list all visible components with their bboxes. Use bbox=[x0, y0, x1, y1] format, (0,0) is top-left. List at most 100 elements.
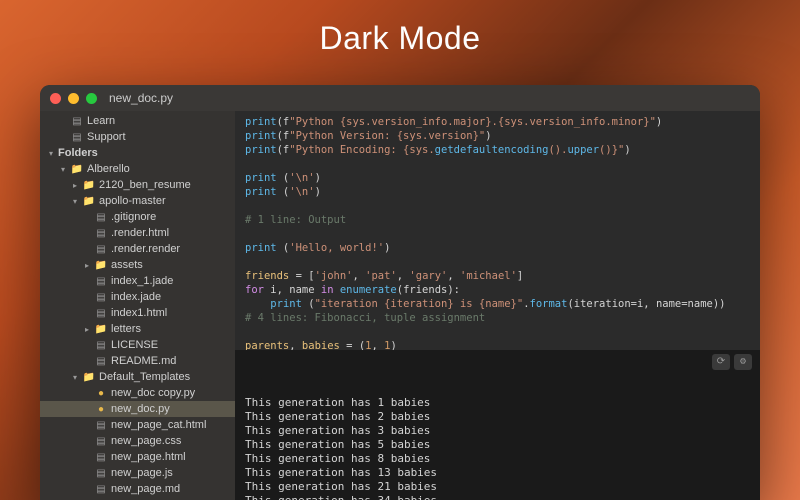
file-icon: ▤ bbox=[70, 116, 84, 127]
file-icon: ▤ bbox=[94, 468, 108, 479]
minimize-icon[interactable] bbox=[68, 93, 79, 104]
code-line: for i, name in enumerate(friends): bbox=[245, 283, 750, 297]
sidebar: ▸▤Learn▸▤Support▾Folders▾📁Alberello▸📁212… bbox=[40, 111, 235, 500]
sidebar-item-label: index1.html bbox=[111, 307, 167, 319]
file-icon: ▤ bbox=[94, 340, 108, 351]
sidebar-file[interactable]: ▸▤Learn bbox=[40, 113, 235, 129]
sidebar-item-label: new_page.css bbox=[111, 435, 181, 447]
folder-icon: 📁 bbox=[82, 196, 96, 207]
sidebar-folder[interactable]: ▸📁letters bbox=[40, 321, 235, 337]
code-line: print(f"Python {sys.version_info.major}.… bbox=[245, 115, 750, 129]
code-line bbox=[245, 199, 750, 213]
code-editor[interactable]: print(f"Python {sys.version_info.major}.… bbox=[235, 111, 760, 350]
console-line: This generation has 34 babies bbox=[245, 494, 750, 500]
sidebar-file[interactable]: ▸▤LICENSE bbox=[40, 337, 235, 353]
sidebar-file[interactable]: ▸▤.render.html bbox=[40, 225, 235, 241]
sidebar-file[interactable]: ▸▤index_1.jade bbox=[40, 273, 235, 289]
code-line: # 1 line: Output bbox=[245, 213, 750, 227]
console-line: This generation has 13 babies bbox=[245, 466, 750, 480]
file-icon: ▤ bbox=[94, 228, 108, 239]
sidebar-item-label: new_doc copy.py bbox=[111, 387, 195, 399]
sidebar-item-label: Learn bbox=[87, 115, 115, 127]
console-line: This generation has 5 babies bbox=[245, 438, 750, 452]
sidebar-item-label: .gitignore bbox=[111, 211, 156, 223]
sidebar-item-label: new_page.html bbox=[111, 451, 186, 463]
code-line: print ('\n') bbox=[245, 171, 750, 185]
sidebar-file[interactable]: ▸▤.render.render bbox=[40, 241, 235, 257]
sidebar-item-label: index.jade bbox=[111, 291, 161, 303]
file-icon: ▤ bbox=[94, 308, 108, 319]
folder-icon: 📁 bbox=[82, 372, 96, 383]
sidebar-file[interactable]: ▸▤index1.html bbox=[40, 305, 235, 321]
sidebar-item-label: Alberello bbox=[87, 163, 130, 175]
sidebar-folder[interactable]: ▾📁Default_Templates bbox=[40, 369, 235, 385]
sidebar-file[interactable]: ▸▤index.jade bbox=[40, 289, 235, 305]
console-line: This generation has 3 babies bbox=[245, 424, 750, 438]
sidebar-item-label: new_page.md bbox=[111, 483, 180, 495]
code-line: print(f"Python Version: {sys.version}") bbox=[245, 129, 750, 143]
code-line: print ('\n') bbox=[245, 185, 750, 199]
folder-icon: 📁 bbox=[82, 180, 96, 191]
file-icon: ▤ bbox=[94, 420, 108, 431]
chevron-down-icon: ▾ bbox=[70, 197, 80, 206]
sidebar-file[interactable]: ▸●new_doc.py bbox=[40, 401, 235, 417]
code-line: print(f"Python Encoding: {sys.getdefault… bbox=[245, 143, 750, 157]
sidebar-folder[interactable]: ▸📁2120_ben_resume bbox=[40, 177, 235, 193]
file-icon: ▤ bbox=[94, 484, 108, 495]
sidebar-item-label: new_page_cat.html bbox=[111, 419, 206, 431]
sidebar-file[interactable]: ▸▤README.md bbox=[40, 353, 235, 369]
reload-icon[interactable]: ⟳ bbox=[712, 354, 730, 370]
sidebar-file[interactable]: ▸▤.gitignore bbox=[40, 209, 235, 225]
sidebar-file[interactable]: ▸▤Support bbox=[40, 129, 235, 145]
editor-area: print(f"Python {sys.version_info.major}.… bbox=[235, 111, 760, 500]
file-icon: ▤ bbox=[94, 452, 108, 463]
python-icon: ● bbox=[94, 388, 108, 399]
window-controls bbox=[50, 93, 97, 104]
chevron-right-icon: ▸ bbox=[82, 325, 92, 334]
code-line bbox=[245, 255, 750, 269]
file-icon: ▤ bbox=[94, 292, 108, 303]
sidebar-item-label: new_doc.py bbox=[111, 403, 170, 415]
output-console[interactable]: ⟳ ⚙ This generation has 1 babiesThis gen… bbox=[235, 350, 760, 500]
sidebar-file[interactable]: ▸▤new_page.md bbox=[40, 481, 235, 497]
console-line: This generation has 2 babies bbox=[245, 410, 750, 424]
gear-icon[interactable]: ⚙ bbox=[734, 354, 752, 370]
file-icon: ▤ bbox=[94, 436, 108, 447]
file-icon: ▤ bbox=[94, 356, 108, 367]
file-icon: ▤ bbox=[94, 212, 108, 223]
sidebar-folder[interactable]: ▾📁apollo-master bbox=[40, 193, 235, 209]
sidebar-file[interactable]: ▸▤new_page.html bbox=[40, 449, 235, 465]
sidebar-item-label: LICENSE bbox=[111, 339, 158, 351]
sidebar-item-label: apollo-master bbox=[99, 195, 166, 207]
sidebar-item-label: letters bbox=[111, 323, 141, 335]
code-line: print ('Hello, world!') bbox=[245, 241, 750, 255]
zoom-icon[interactable] bbox=[86, 93, 97, 104]
sidebar-item-label: .render.html bbox=[111, 227, 169, 239]
chevron-right-icon: ▸ bbox=[70, 181, 80, 190]
file-icon: ▤ bbox=[94, 244, 108, 255]
sidebar-folder[interactable]: ▾📁Alberello bbox=[40, 161, 235, 177]
sidebar-file[interactable]: ▸●new_doc copy.py bbox=[40, 385, 235, 401]
sidebar-folder[interactable]: ▸📁assets bbox=[40, 257, 235, 273]
titlebar[interactable]: new_doc.py bbox=[40, 85, 760, 111]
editor-window: new_doc.py ▸▤Learn▸▤Support▾Folders▾📁Alb… bbox=[40, 85, 760, 500]
sidebar-header[interactable]: ▾Folders bbox=[40, 145, 235, 161]
console-line: This generation has 8 babies bbox=[245, 452, 750, 466]
sidebar-file[interactable]: ▸▤new_page.js bbox=[40, 465, 235, 481]
sidebar-file[interactable]: ▸▤new_page_cat.html bbox=[40, 417, 235, 433]
close-icon[interactable] bbox=[50, 93, 61, 104]
sidebar-item-label: Folders bbox=[58, 147, 98, 159]
code-line bbox=[245, 157, 750, 171]
code-line: friends = ['john', 'pat', 'gary', 'micha… bbox=[245, 269, 750, 283]
code-line: parents, babies = (1, 1) bbox=[245, 339, 750, 350]
file-icon: ▤ bbox=[70, 132, 84, 143]
sidebar-file[interactable]: ▸▤new_page.css bbox=[40, 433, 235, 449]
code-line bbox=[245, 325, 750, 339]
folder-icon: 📁 bbox=[70, 164, 84, 175]
sidebar-item-label: index_1.jade bbox=[111, 275, 173, 287]
page-title: Dark Mode bbox=[0, 20, 800, 57]
folder-icon: 📁 bbox=[94, 324, 108, 335]
folder-icon: 📁 bbox=[94, 260, 108, 271]
chevron-right-icon: ▸ bbox=[82, 261, 92, 270]
code-line bbox=[245, 227, 750, 241]
